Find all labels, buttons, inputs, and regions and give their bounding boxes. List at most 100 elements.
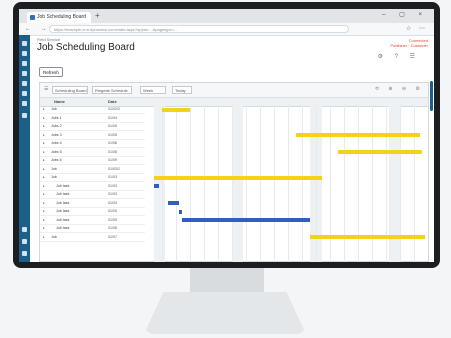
new-tab-button[interactable]: + (95, 11, 100, 20)
monitor-stand-base (144, 292, 306, 334)
expand-icon[interactable]: ▸ (43, 115, 45, 122)
expand-icon[interactable]: ▸ (43, 132, 45, 139)
row-date: 01/03 (108, 175, 117, 179)
expand-icon[interactable]: ▸ (43, 166, 45, 173)
row-date: 01/05 (108, 124, 117, 128)
row-name: Job (51, 107, 57, 111)
column-name[interactable]: Name (54, 98, 65, 106)
view-select[interactable]: Week (140, 86, 166, 94)
table-row[interactable]: ▸ Job task 01/03 (40, 183, 145, 191)
gantt-bar[interactable] (310, 235, 426, 239)
gantt-gridline (260, 106, 261, 262)
expand-icon[interactable]: ▸ (43, 217, 45, 224)
expand-icon[interactable]: ▸ (43, 200, 45, 207)
expand-icon[interactable]: ▸ (43, 140, 45, 147)
table-row[interactable]: ▸ Job 01/07 (40, 234, 145, 242)
gantt-gridline (218, 106, 219, 262)
row-name: Jobs 2 (51, 124, 62, 128)
gantt-bar[interactable] (153, 184, 160, 188)
refresh-button[interactable]: Refresh (39, 67, 63, 77)
row-name: Job (51, 234, 57, 239)
monitor-stand-neck (190, 268, 264, 292)
gantt-gridline (190, 106, 191, 262)
gantt-bar[interactable] (181, 218, 311, 222)
window-controls[interactable]: – ▢ × (382, 11, 428, 18)
board-toolbar: ☰ Scheduling Board Ringette Schedule Wee… (40, 83, 428, 98)
gantt-bar[interactable] (162, 107, 190, 112)
gantt-bar[interactable] (338, 150, 423, 154)
gantt-bar[interactable] (153, 175, 322, 180)
gantt-bar[interactable] (167, 201, 179, 205)
table-row[interactable]: ▸ Jobs 3 01/05 (40, 132, 145, 140)
expand-icon[interactable]: ▸ (43, 234, 45, 241)
expand-icon[interactable]: ▸ (43, 149, 45, 156)
expand-icon[interactable]: ▸ (43, 157, 45, 164)
header-icons[interactable]: ⚙ ? ☰ (378, 53, 420, 60)
scheduling-panel: ☰ Scheduling Board Ringette Schedule Wee… (39, 82, 429, 262)
expand-icon[interactable]: ▸ (43, 208, 45, 215)
row-name: Jobs 3 (51, 132, 62, 137)
row-name: Job task (56, 217, 70, 222)
row-date: 01/05 (108, 209, 117, 213)
gantt-body (148, 106, 428, 262)
expand-icon[interactable]: ▸ (43, 174, 45, 181)
nav-workorders-icon[interactable] (22, 101, 27, 106)
board-select[interactable]: Scheduling Board (52, 86, 88, 94)
row-name: Jobs 1 (51, 115, 62, 120)
table-row[interactable]: ▸ Job task 01/04 (40, 200, 145, 208)
table-row[interactable]: ▸ Job task 01/05 (40, 208, 145, 216)
row-date: 01/06 (108, 226, 117, 230)
nav-accounts-icon[interactable] (22, 71, 27, 76)
url-input[interactable]: https://example.crm.dynamics.com/main.as… (49, 25, 349, 33)
address-bar: ← → ⟳ https://example.crm.dynamics.com/m… (19, 23, 434, 36)
scrollbar[interactable] (430, 81, 433, 111)
table-row[interactable]: ▸ Job 01/02/2 (40, 106, 145, 114)
weekend-shade (232, 106, 244, 262)
expand-icon[interactable]: ▸ (43, 106, 45, 113)
table-row[interactable]: ▸ Jobs 5 01/08 (40, 149, 145, 157)
expand-icon[interactable]: ▸ (43, 183, 45, 190)
gantt-gridline (288, 106, 289, 262)
expand-icon[interactable]: ▸ (43, 123, 45, 130)
address-icons[interactable]: ☆ ⋯ (406, 25, 428, 32)
row-date: 01/03/2 (108, 166, 120, 171)
table-row[interactable]: ▸ Jobs 4 01/06 (40, 140, 145, 148)
table-row[interactable]: ▸ Jobs 6 01/09 (40, 157, 145, 165)
gantt-chart (148, 98, 428, 262)
row-name: Job task (56, 183, 70, 188)
row-date: 01/08 (108, 149, 117, 154)
today-button[interactable]: Today (172, 86, 192, 94)
nav-schedule-icon[interactable] (22, 91, 27, 96)
gantt-bar[interactable] (178, 209, 182, 214)
row-date: 01/07 (108, 234, 117, 239)
row-date: 01/09 (108, 158, 117, 162)
table-row[interactable]: ▸ Jobs 2 01/05 (40, 123, 145, 131)
schedule-select[interactable]: Ringette Schedule (92, 86, 132, 94)
expand-icon[interactable]: ▸ (43, 225, 45, 232)
row-date: 01/06 (108, 141, 117, 145)
nav-home-icon[interactable] (22, 41, 27, 46)
browser-tabbar: Job Scheduling Board + – ▢ × (19, 9, 434, 23)
nav-pinned-icon[interactable] (22, 61, 27, 66)
menu-icon[interactable]: ☰ (44, 86, 48, 92)
nav-contacts-icon[interactable] (22, 81, 27, 86)
toolbar-actions[interactable]: ⟲ ⊕ ⊖ ⚙ (375, 86, 424, 92)
row-name: Job task (56, 200, 70, 205)
expand-icon[interactable]: ▸ (43, 191, 45, 198)
table-row[interactable]: ▸ Job task 01/06 (40, 225, 145, 233)
nav-recent-icon[interactable] (22, 51, 27, 56)
table-row[interactable]: ▸ Jobs 1 01/04 (40, 115, 145, 123)
table-row[interactable]: ▸ Job 01/03/2 (40, 166, 145, 174)
gantt-bar[interactable] (296, 133, 420, 137)
nav-user-icon[interactable] (22, 251, 27, 256)
gantt-gridline (232, 106, 233, 262)
browser-tab[interactable]: Job Scheduling Board (27, 12, 91, 23)
table-row[interactable]: ▸ Job 01/03 (40, 174, 145, 182)
table-row[interactable]: ▸ Job task 01/03 (40, 191, 145, 199)
column-date[interactable]: Date (108, 98, 117, 106)
row-name: Job task (56, 226, 70, 230)
nav-area-icon[interactable] (22, 239, 27, 244)
nav-resources-icon[interactable] (22, 113, 27, 118)
table-row[interactable]: ▸ Job task 01/05 (40, 217, 145, 225)
nav-settings-icon[interactable] (22, 227, 27, 232)
